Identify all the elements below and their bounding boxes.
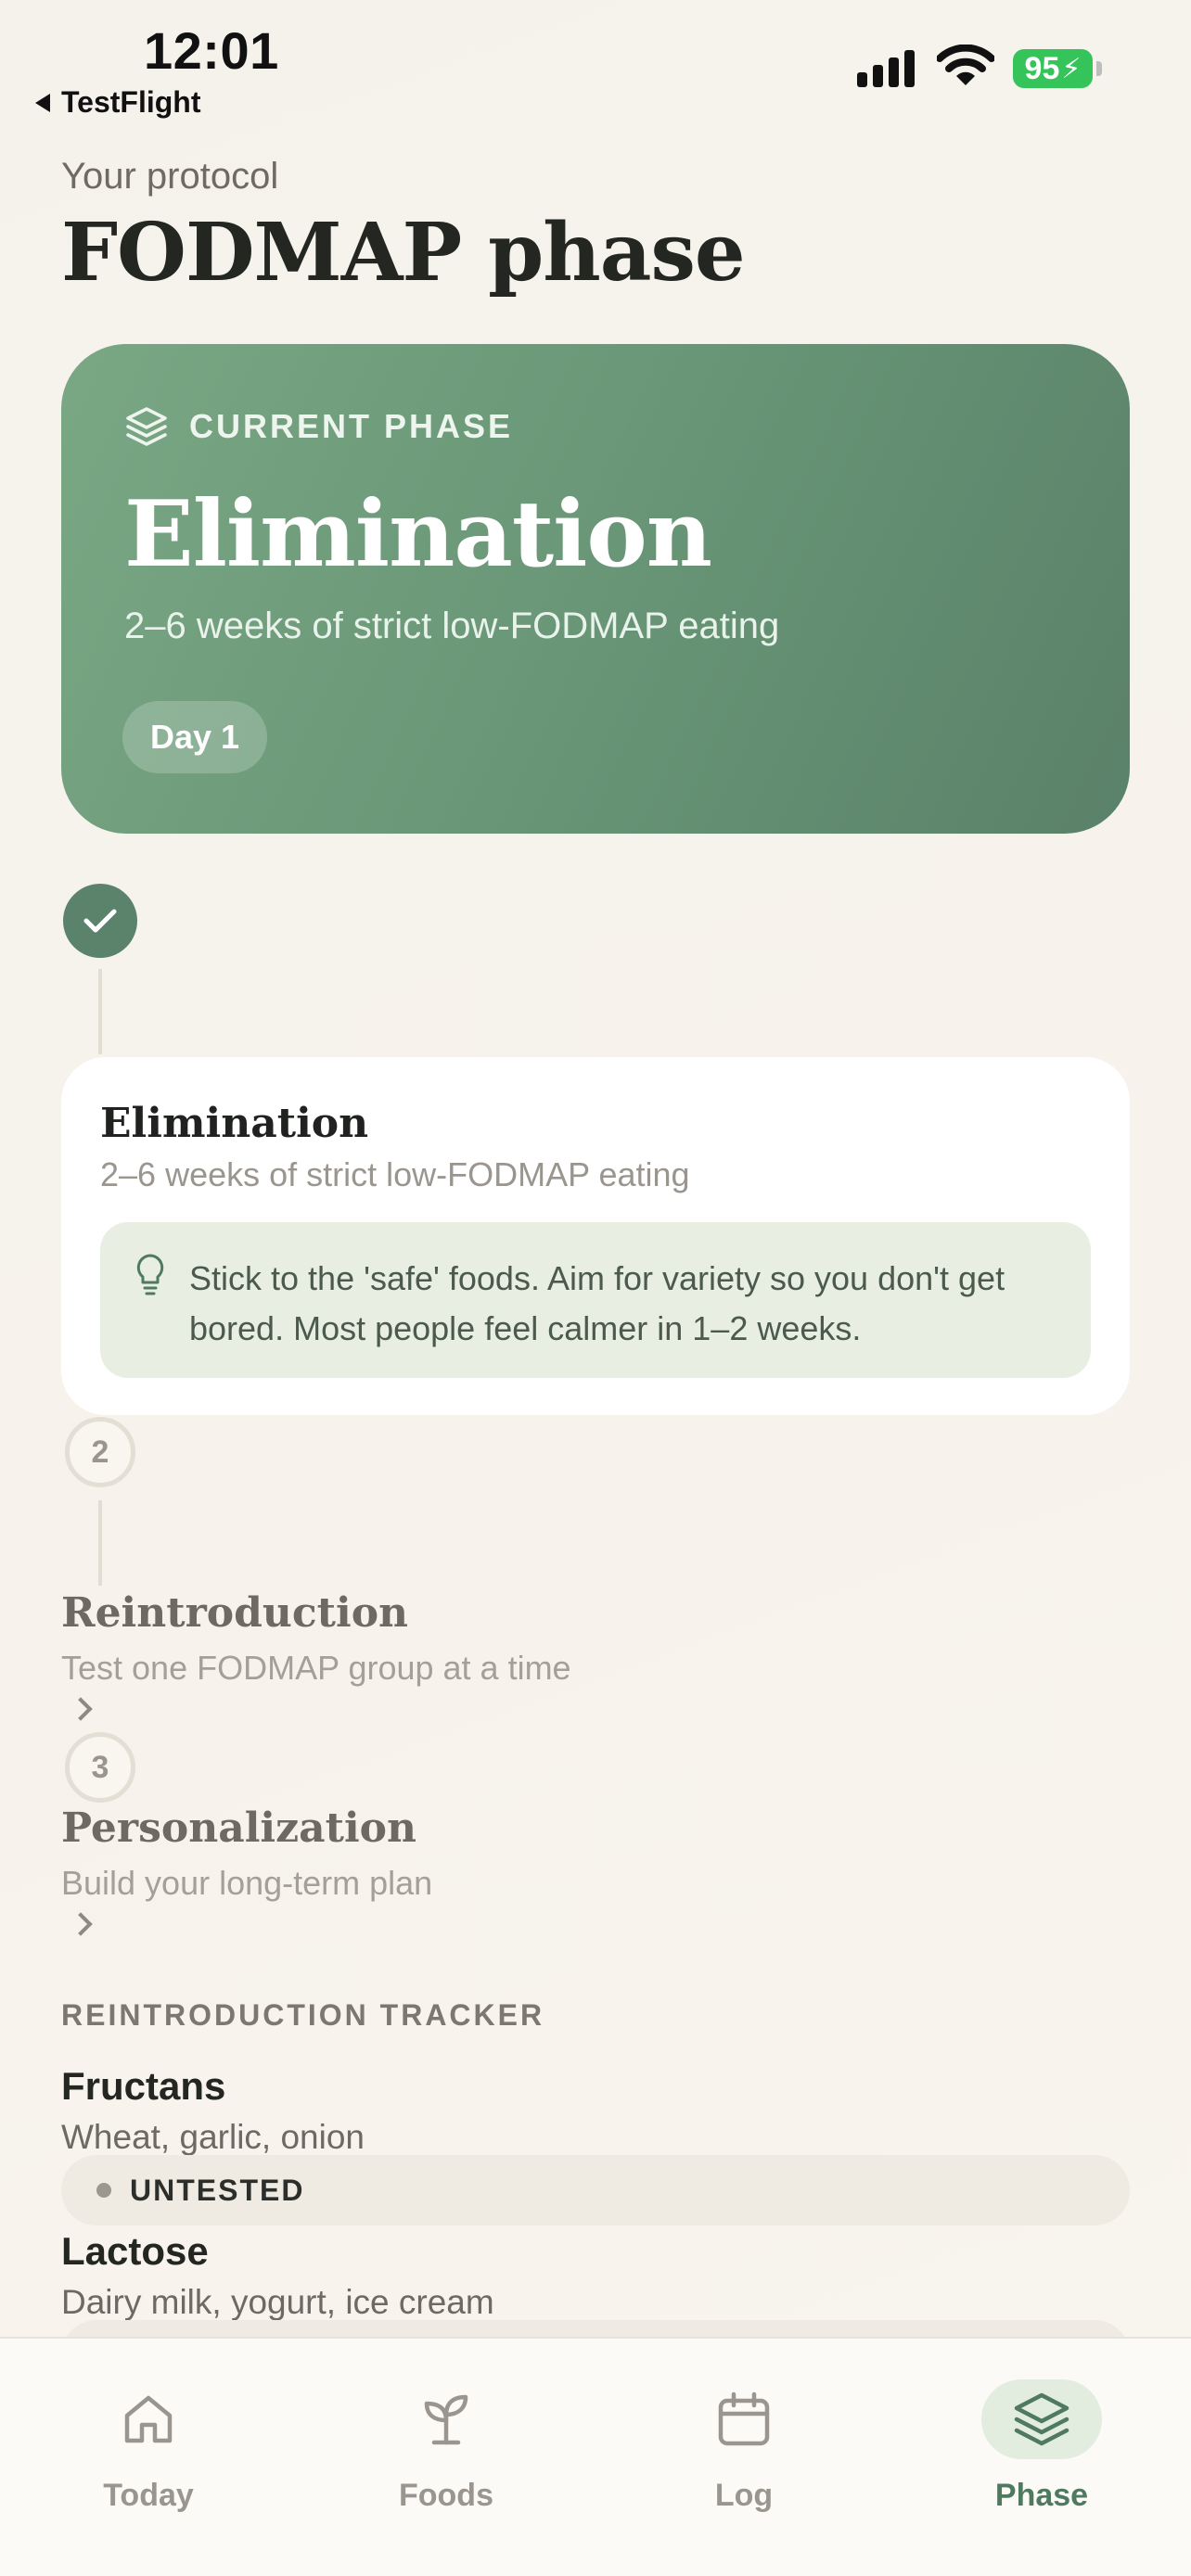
- sprout-icon: [424, 2394, 468, 2445]
- wifi-icon: [937, 45, 994, 85]
- chevron-right-icon[interactable]: [69, 1697, 93, 1721]
- chevron-right-icon[interactable]: [69, 1912, 93, 1936]
- tab-label: Foods: [399, 2478, 493, 2513]
- lightbulb-icon: [136, 1254, 164, 1295]
- phase-card-elimination[interactable]: Elimination 2–6 weeks of strict low-FODM…: [61, 1057, 1130, 1415]
- battery-tip: [1096, 61, 1102, 76]
- tab-label: Today: [103, 2478, 194, 2513]
- current-phase-label: CURRENT PHASE: [189, 407, 514, 445]
- tab-bar: Today Foods Log Phase: [0, 2337, 1191, 2576]
- cellular-signal-icon: [857, 50, 915, 87]
- tab-foods[interactable]: Foods: [353, 2379, 539, 2514]
- home-icon: [124, 2395, 173, 2443]
- tab-today[interactable]: Today: [56, 2379, 241, 2514]
- tip-box: Stick to the 'safe' foods. Aim for varie…: [100, 1222, 1091, 1378]
- current-phase-label-row: CURRENT PHASE: [124, 405, 513, 448]
- tracker-item-name[interactable]: Lactose: [61, 2229, 209, 2274]
- step-3-marker: 3: [65, 1732, 135, 1803]
- current-phase-subtitle: 2–6 weeks of strict low-FODMAP eating: [124, 606, 780, 646]
- tracker-item-name[interactable]: Fructans: [61, 2064, 225, 2109]
- tab-log[interactable]: Log: [651, 2379, 837, 2514]
- timeline-connector: [98, 969, 102, 1054]
- tab-label: Log: [714, 2478, 774, 2513]
- layers-icon: [126, 407, 167, 446]
- status-badge[interactable]: UNTESTED: [61, 2155, 1130, 2225]
- tracker-heading: REINTRODUCTION TRACKER: [61, 1998, 545, 2032]
- day-badge: Day 1: [122, 701, 268, 773]
- battery-icon: 95 ⚡: [1013, 49, 1093, 88]
- tip-text: Stick to the 'safe' foods. Aim for varie…: [189, 1259, 1005, 1347]
- tab-label: Phase: [994, 2478, 1089, 2513]
- phase-card-subtitle: 2–6 weeks of strict low-FODMAP eating: [100, 1155, 690, 1193]
- page-title: FODMAP phase: [61, 206, 746, 300]
- back-to-testflight[interactable]: TestFlight: [35, 85, 201, 120]
- reintroduction-subtitle: Test one FODMAP group at a time: [61, 1649, 571, 1687]
- layers-icon: [1014, 2392, 1069, 2446]
- reintroduction-title[interactable]: Reintroduction: [61, 1589, 408, 1637]
- personalization-subtitle: Build your long-term plan: [61, 1864, 433, 1902]
- current-phase-card: CURRENT PHASE Elimination 2–6 weeks of s…: [61, 344, 1130, 834]
- current-phase-title: Elimination: [124, 481, 712, 588]
- tracker-item-foods: Wheat, garlic, onion: [61, 2118, 365, 2156]
- status-label: UNTESTED: [130, 2173, 305, 2207]
- tracker-item-foods: Dairy milk, yogurt, ice cream: [61, 2283, 494, 2321]
- page-eyebrow: Your protocol: [61, 156, 279, 197]
- timeline-connector: [98, 1500, 102, 1586]
- back-app-label: TestFlight: [61, 85, 201, 119]
- battery-level: 95: [1024, 50, 1060, 86]
- status-time: 12:01: [144, 21, 279, 80]
- personalization-title[interactable]: Personalization: [61, 1804, 416, 1852]
- step-1-complete: [63, 884, 137, 958]
- step-2-marker: 2: [65, 1417, 135, 1487]
- tab-phase[interactable]: Phase: [949, 2379, 1134, 2514]
- back-arrow-icon: [35, 93, 50, 112]
- checkmark-icon: [83, 909, 117, 933]
- calendar-icon: [718, 2391, 770, 2446]
- status-dot: [96, 2183, 111, 2198]
- phase-card-title: Elimination: [100, 1100, 369, 1147]
